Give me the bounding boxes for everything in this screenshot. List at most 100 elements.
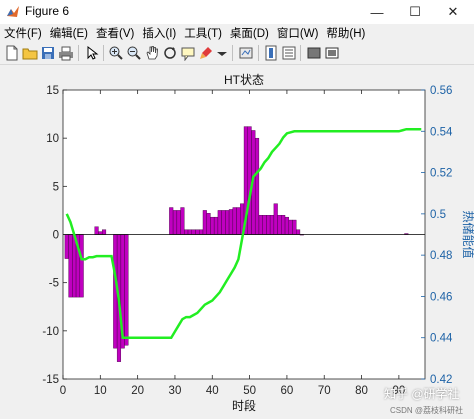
bar	[269, 215, 275, 235]
y-tick-label-right: 0.54	[430, 126, 453, 138]
zoom-out-icon[interactable]	[126, 45, 142, 61]
bar	[225, 210, 230, 235]
menu-help[interactable]: 帮助(H)	[322, 25, 369, 41]
bar	[102, 229, 107, 235]
toolbar-separator	[300, 45, 301, 61]
y-tick-label-right: 0.56	[430, 85, 452, 97]
right-axis-label: 热储能值	[461, 210, 474, 258]
x-tick-label: 20	[131, 385, 144, 397]
bar	[255, 137, 260, 235]
x-tick-label: 60	[281, 385, 294, 397]
bar	[206, 213, 211, 235]
bar	[94, 226, 99, 235]
bar	[236, 207, 241, 235]
bar	[124, 234, 129, 346]
bar	[210, 216, 215, 235]
bar	[247, 126, 252, 235]
y-tick-label-right: 0.52	[430, 168, 452, 180]
close-icon: ✕	[447, 4, 459, 19]
bar	[64, 234, 69, 259]
bar	[281, 215, 286, 235]
bar	[68, 234, 73, 298]
data-cursor-icon[interactable]	[180, 45, 196, 61]
new-figure-icon[interactable]	[4, 45, 20, 61]
bar	[296, 229, 301, 235]
close-button[interactable]: ✕	[434, 0, 472, 24]
insert-colorbar-icon[interactable]	[263, 45, 279, 61]
menubar: 文件(F) 编辑(E) 查看(V) 插入(I) 工具(T) 桌面(D) 窗口(W…	[0, 24, 474, 42]
minimize-button[interactable]: —	[358, 0, 396, 24]
insert-legend-icon[interactable]	[281, 45, 297, 61]
menu-edit[interactable]: 编辑(E)	[46, 25, 92, 41]
window-title: Figure 6	[25, 4, 70, 18]
y-tick-label-left: 15	[46, 85, 59, 97]
bar	[72, 234, 77, 298]
x-tick-label: 50	[243, 385, 256, 397]
bar	[213, 216, 219, 235]
x-tick-label: 70	[318, 385, 331, 397]
bar	[228, 209, 233, 235]
bar	[217, 210, 222, 235]
pan-icon[interactable]	[144, 45, 160, 61]
bar	[184, 229, 189, 235]
toolbar-separator	[232, 45, 233, 61]
menu-window[interactable]: 窗口(W)	[273, 25, 323, 41]
bar	[258, 215, 263, 235]
chart-plot[interactable]: 0 10 20 30 40 50 60 70 80 90-15-10-50510150.420.4…	[0, 65, 474, 419]
x-axis-label: 时段	[232, 398, 256, 413]
bar	[277, 215, 282, 235]
x-tick-label: 10	[94, 385, 107, 397]
y-tick-label-right: 0.44	[430, 333, 453, 345]
bar	[199, 229, 204, 235]
zoom-in-icon[interactable]	[108, 45, 124, 61]
bar	[79, 234, 84, 298]
show-plot-tools-icon[interactable]	[324, 45, 340, 61]
brush-dropdown-icon[interactable]	[214, 45, 230, 61]
y-tick-label-left: -10	[42, 326, 59, 338]
bar	[202, 210, 207, 235]
bar	[266, 215, 271, 235]
bar	[284, 216, 289, 235]
bar	[172, 210, 177, 235]
bar	[288, 219, 293, 235]
bar	[292, 219, 297, 235]
toolbar-separator	[78, 45, 79, 61]
y-tick-label-left: -15	[42, 374, 59, 386]
window-titlebar: Figure 6 — ☐ ✕	[0, 0, 474, 24]
menu-tools[interactable]: 工具(T)	[180, 25, 226, 41]
bar	[262, 215, 267, 235]
rotate-3d-icon[interactable]	[162, 45, 178, 61]
menu-file[interactable]: 文件(F)	[0, 25, 46, 41]
brush-icon[interactable]	[198, 45, 214, 61]
link-plot-icon[interactable]	[238, 45, 254, 61]
print-icon[interactable]	[58, 45, 74, 61]
hide-plot-tools-icon[interactable]	[306, 45, 322, 61]
figure-canvas: 0 10 20 30 40 50 60 70 80 90 -15 -10 -5 0 5 10 15 0.42 0.4…	[0, 65, 474, 419]
bar	[187, 229, 192, 235]
bar	[191, 229, 196, 235]
bar	[180, 207, 185, 235]
watermark-csdn: CSDN @荔枝科研社	[390, 406, 464, 415]
menu-desktop[interactable]: 桌面(D)	[226, 25, 273, 41]
matlab-logo-icon	[7, 6, 19, 17]
bar	[195, 229, 200, 235]
select-arrow-icon[interactable]	[84, 45, 100, 61]
x-tick-label: 80	[355, 385, 368, 397]
save-icon[interactable]	[40, 45, 56, 61]
bar	[273, 203, 278, 235]
bar	[232, 207, 237, 235]
toolbar-separator	[258, 45, 259, 61]
open-file-icon[interactable]	[22, 45, 38, 61]
menu-view[interactable]: 查看(V)	[92, 25, 138, 41]
figure-toolbar	[0, 42, 474, 65]
y-tick-label-right: 0.48	[430, 250, 452, 262]
y-tick-label-left: 5	[53, 181, 59, 193]
maximize-button[interactable]: ☐	[396, 0, 434, 24]
y-tick-label-left: 10	[46, 133, 59, 145]
minimize-icon: —	[370, 4, 384, 20]
bar	[176, 210, 181, 235]
menu-insert[interactable]: 插入(I)	[138, 25, 180, 41]
watermark-zhihu: 知乎 @研学社	[384, 387, 460, 401]
y-tick-label-right: 0.46	[430, 291, 452, 303]
x-tick-label: 40	[206, 385, 219, 397]
